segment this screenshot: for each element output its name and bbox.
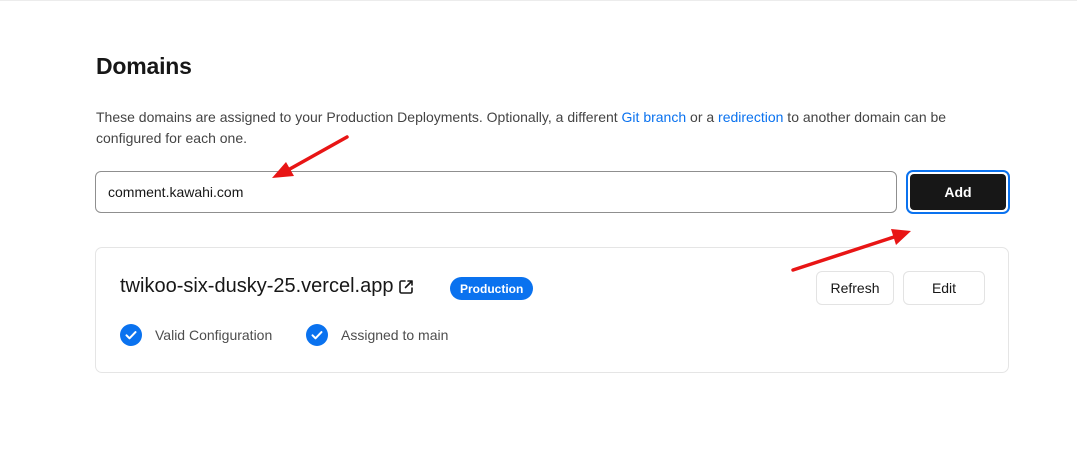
domain-input[interactable]	[95, 171, 897, 213]
add-button[interactable]: Add	[906, 170, 1010, 214]
production-badge: Production	[450, 277, 534, 300]
redirection-link[interactable]: redirection	[718, 109, 783, 125]
description-text: These domains are assigned to your Produ…	[96, 109, 622, 125]
domain-link[interactable]: twikoo-six-dusky-25.vercel.app	[120, 275, 415, 298]
domain-card: twikoo-six-dusky-25.vercel.app Productio…	[95, 247, 1009, 373]
status-label: Valid Configuration	[155, 327, 273, 343]
git-branch-link[interactable]: Git branch	[622, 109, 687, 125]
domains-page: Domains These domains are assigned to yo…	[0, 0, 1077, 451]
external-link-icon	[399, 279, 414, 294]
check-circle-icon	[120, 324, 142, 346]
page-title: Domains	[96, 53, 192, 79]
check-circle-icon	[306, 324, 328, 346]
valid-configuration-status: Valid Configuration	[120, 324, 272, 346]
edit-button[interactable]: Edit	[903, 271, 985, 305]
description-text: or a	[686, 109, 719, 125]
domain-name: twikoo-six-dusky-25.vercel.app	[120, 275, 394, 297]
status-label: Assigned to main	[341, 327, 449, 343]
add-button-label: Add	[910, 174, 1006, 210]
assigned-branch-status: Assigned to main	[306, 324, 448, 346]
refresh-button[interactable]: Refresh	[816, 271, 894, 305]
section-description: These domains are assigned to your Produ…	[96, 107, 996, 149]
